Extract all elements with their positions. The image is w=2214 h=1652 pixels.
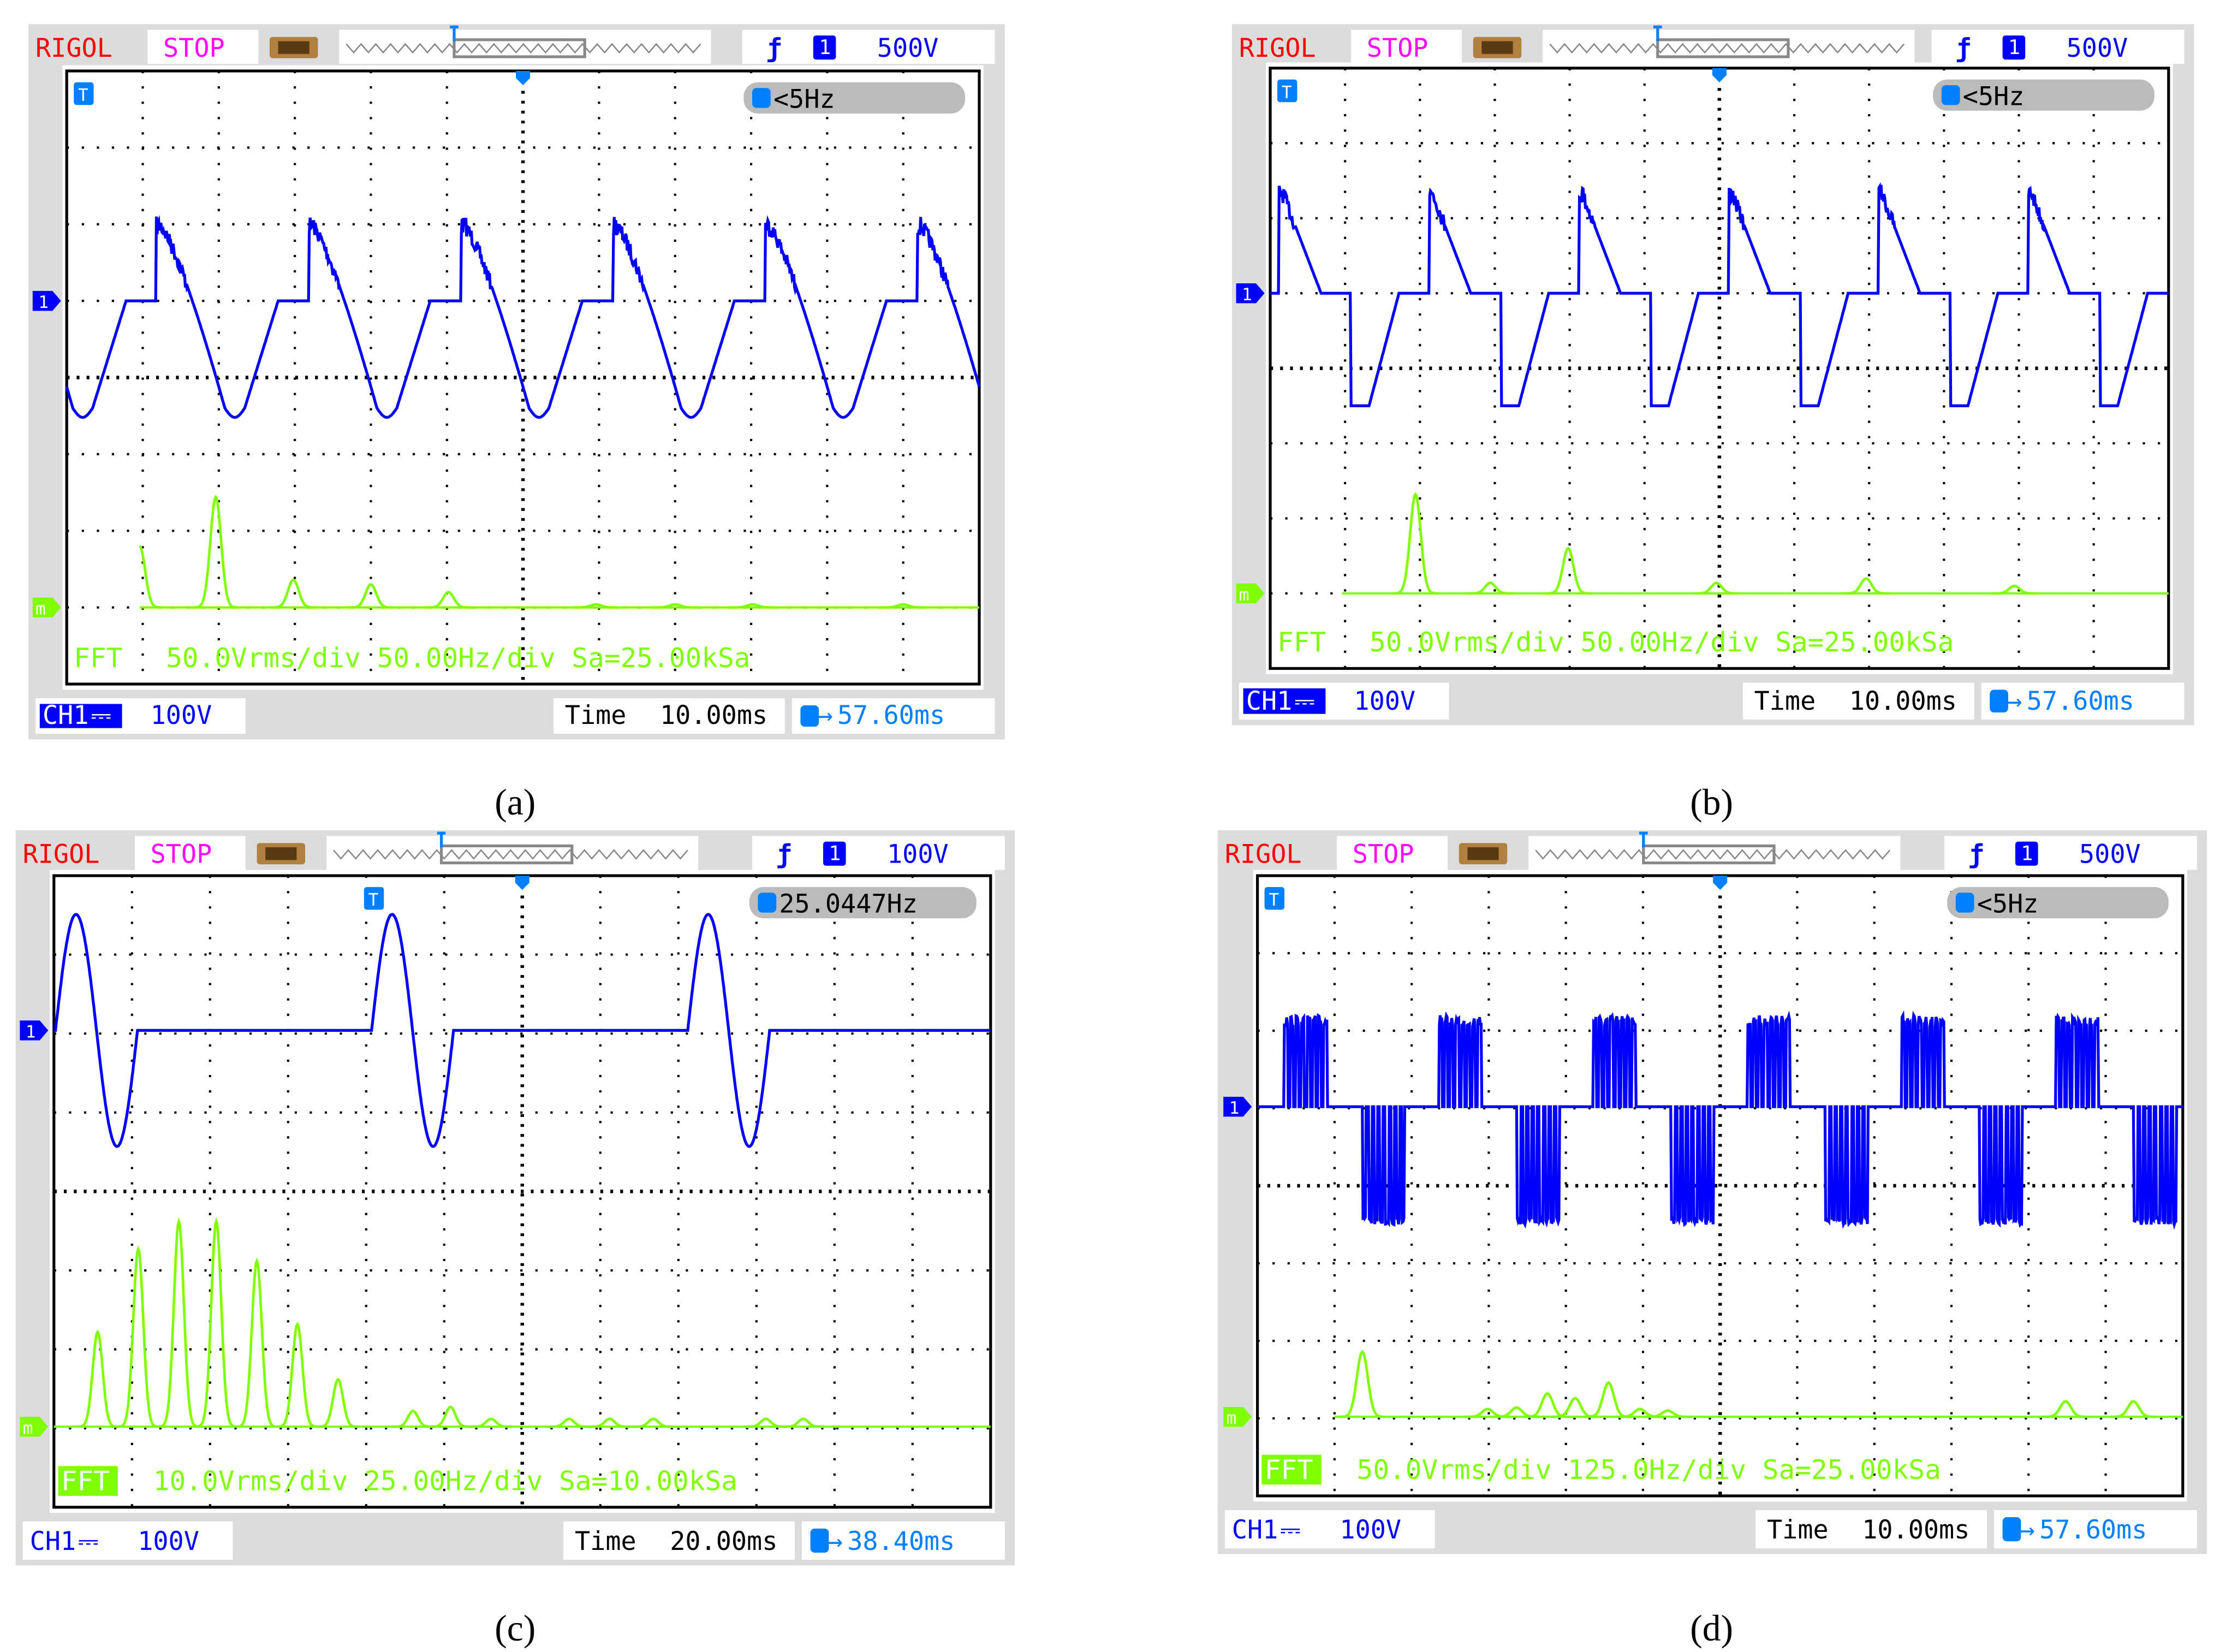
trigger-icon bbox=[758, 893, 777, 913]
memory-icon bbox=[270, 37, 318, 58]
memory-icon bbox=[1459, 843, 1508, 865]
run-status[interactable]: STOP bbox=[1367, 34, 1429, 63]
trigger-offset-value: 57.60ms bbox=[2027, 687, 2134, 716]
trigger-offset-value: 38.40ms bbox=[847, 1527, 955, 1556]
ch1-marker-label: 1 bbox=[38, 293, 49, 312]
panel-caption: (b) bbox=[1690, 782, 1733, 823]
arrow-icon: → bbox=[818, 701, 833, 730]
fft-settings: 10.0Vrms/div 25.00Hz/div Sa=10.00kSa bbox=[153, 1465, 737, 1497]
trigger-offset-icon bbox=[1990, 690, 2008, 713]
trigger-level[interactable]: 500V bbox=[877, 34, 939, 63]
fft-label: FFT bbox=[74, 642, 122, 674]
scope-panel-b: RIGOL STOP ƒ 1 500V T <5Hz 1 m FFT 50.0Vrms/div 50… bbox=[1231, 24, 2194, 726]
trigger-offset-value: 57.60ms bbox=[837, 701, 945, 730]
panel-caption: (c) bbox=[495, 1608, 535, 1649]
frequency-readout: <5Hz bbox=[1963, 82, 2025, 111]
math-marker-label: m bbox=[23, 1418, 33, 1438]
trigger-offset-icon bbox=[2002, 1517, 2021, 1542]
brand-label: RIGOL bbox=[35, 34, 112, 63]
trigger-channel: 1 bbox=[2021, 841, 2033, 865]
dc-coupling-icon: ⎓ bbox=[1294, 687, 1314, 716]
channel-label: CH1 bbox=[30, 1527, 76, 1556]
display-bg bbox=[62, 65, 984, 690]
time-label: Time bbox=[575, 1527, 636, 1556]
dc-coupling-icon: ⎓ bbox=[1280, 1516, 1300, 1545]
frequency-readout: 25.0447Hz bbox=[779, 890, 918, 919]
trigger-channel: 1 bbox=[2008, 35, 2020, 59]
math-marker-label: m bbox=[1226, 1409, 1236, 1428]
time-label: Time bbox=[565, 701, 627, 730]
frequency-readout: <5Hz bbox=[1977, 890, 2039, 919]
rising-edge-icon: ƒ bbox=[776, 840, 791, 870]
ch1-marker-label: 1 bbox=[1229, 1098, 1240, 1118]
trigger-level[interactable]: 500V bbox=[2067, 34, 2128, 63]
trigger-icon bbox=[752, 88, 771, 108]
trigger-channel: 1 bbox=[819, 35, 831, 59]
dc-coupling-icon: ⎓ bbox=[91, 701, 111, 730]
run-status[interactable]: STOP bbox=[163, 34, 225, 63]
trigger-marker-label: T bbox=[368, 890, 379, 910]
trigger-marker-label: T bbox=[78, 86, 88, 105]
memory-icon bbox=[1473, 37, 1522, 58]
channel-scale: 100V bbox=[1340, 1516, 1401, 1545]
arrow-icon: → bbox=[2007, 687, 2022, 716]
trigger-offset-icon bbox=[810, 1528, 829, 1553]
fft-label: FFT bbox=[61, 1465, 110, 1497]
timebase-value: 10.00ms bbox=[660, 701, 767, 730]
trigger-level[interactable]: 500V bbox=[2079, 840, 2141, 870]
timebase-value: 10.00ms bbox=[1862, 1516, 1969, 1545]
trigger-icon bbox=[1955, 893, 1974, 913]
trigger-offset-icon bbox=[800, 705, 819, 727]
brand-label: RIGOL bbox=[1239, 34, 1316, 63]
channel-scale: 100V bbox=[151, 701, 212, 730]
timebase-value: 10.00ms bbox=[1849, 687, 1957, 716]
channel-label: CH1 bbox=[1232, 1516, 1278, 1545]
fft-label: FFT bbox=[1265, 1454, 1313, 1485]
rising-edge-icon: ƒ bbox=[1968, 840, 1984, 870]
trigger-marker-label: T bbox=[1282, 82, 1292, 102]
brand-label: RIGOL bbox=[1225, 840, 1302, 870]
run-status[interactable]: STOP bbox=[1353, 840, 1414, 870]
figure: RIGOL STOP ƒ 1 500V T <5Hz 1 m FFT 50.0Vrms/div 50… bbox=[15, 24, 2207, 1649]
timebase-value: 20.00ms bbox=[670, 1527, 777, 1556]
arrow-icon: → bbox=[2020, 1516, 2035, 1545]
fft-settings: 50.0Vrms/div 50.00Hz/div Sa=25.00kSa bbox=[166, 642, 750, 674]
trigger-level[interactable]: 100V bbox=[887, 840, 949, 870]
channel-label: CH1 bbox=[1246, 687, 1293, 716]
trigger-offset-value: 57.60ms bbox=[2039, 1516, 2147, 1545]
brand-label: RIGOL bbox=[23, 840, 100, 870]
ch1-marker-label: 1 bbox=[1242, 285, 1252, 305]
trigger-icon bbox=[1941, 85, 1960, 105]
rising-edge-icon: ƒ bbox=[1956, 34, 1971, 63]
trigger-channel: 1 bbox=[829, 841, 841, 865]
fft-settings: 50.0Vrms/div 50.00Hz/div Sa=25.00kSa bbox=[1370, 626, 1954, 658]
channel-label: CH1 bbox=[43, 701, 89, 730]
fft-settings: 50.0Vrms/div 125.0Hz/div Sa=25.00kSa bbox=[1357, 1454, 1941, 1485]
frequency-readout: <5Hz bbox=[773, 85, 835, 115]
ch1-marker-label: 1 bbox=[26, 1022, 36, 1042]
rising-edge-icon: ƒ bbox=[766, 34, 782, 63]
panel-caption: (d) bbox=[1690, 1608, 1733, 1649]
fft-label: FFT bbox=[1277, 626, 1326, 658]
math-marker-label: m bbox=[1239, 585, 1249, 605]
dc-coupling-icon: ⎓ bbox=[78, 1527, 98, 1556]
scope-panel-a: RIGOL STOP ƒ 1 500V T <5Hz 1 m FFT 50.0Vrms/div 50… bbox=[28, 24, 1005, 740]
trigger-marker-label: T bbox=[1269, 890, 1279, 910]
run-status[interactable]: STOP bbox=[151, 840, 212, 870]
time-label: Time bbox=[1754, 687, 1816, 716]
channel-scale: 100V bbox=[138, 1527, 199, 1556]
scope-panel-c: RIGOL STOP ƒ 1 100V T 25.0447Hz 1 m FFT 10.0Vrms/d… bbox=[15, 830, 1015, 1566]
channel-scale: 100V bbox=[1354, 687, 1415, 716]
math-marker-label: m bbox=[35, 599, 46, 619]
arrow-icon: → bbox=[828, 1527, 843, 1556]
panel-caption: (a) bbox=[495, 782, 535, 823]
memory-icon bbox=[257, 843, 305, 865]
time-label: Time bbox=[1767, 1516, 1829, 1545]
scope-panel-d: RIGOL STOP ƒ 1 500V T <5Hz 1 m FFT 50.0Vrms/div 12… bbox=[1217, 830, 2207, 1554]
